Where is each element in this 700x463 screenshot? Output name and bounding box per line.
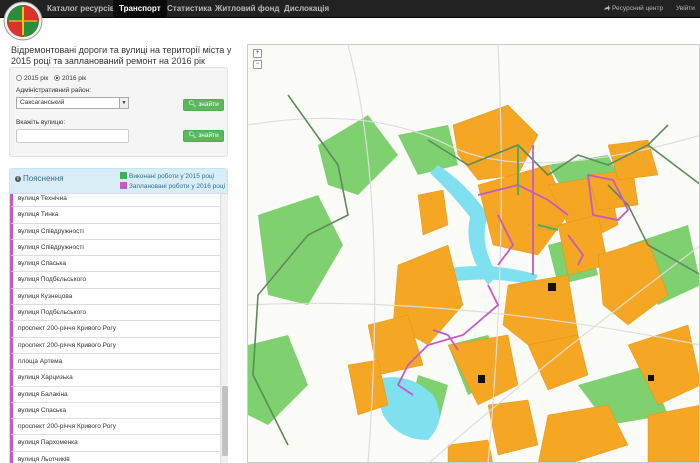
chevron-down-icon: ▼ (119, 98, 128, 108)
find-district-label: знайти (198, 101, 219, 108)
list-item[interactable]: вулиця Технічна (10, 194, 221, 208)
legend-done-label: Виконані роботи у 2015 році (129, 173, 215, 180)
radio-2016[interactable]: 2016 рік (53, 75, 87, 82)
list-item[interactable]: вулиця Льотчиків (10, 451, 221, 463)
zoom-in-button[interactable]: + (253, 49, 262, 58)
find-street-label: знайти (198, 132, 219, 139)
search-form: 2015 рік 2016 рік Адміністративний район… (9, 67, 228, 157)
search-icon: 🔍︎ (188, 101, 197, 108)
street-label: Вкажіть вулицю: (16, 119, 66, 126)
district-select[interactable]: Саксаганський ▼ (16, 97, 129, 109)
nav-dislocation[interactable]: Дислокація (284, 0, 329, 18)
list-scrollbar[interactable] (220, 194, 228, 463)
street-list: вулиця Технічна вулиця Тинка вулиця Спів… (9, 194, 228, 463)
nav-statistics[interactable]: Статистика (167, 0, 212, 18)
radio-2015-button[interactable] (16, 75, 22, 81)
nav-transport[interactable]: Транспорт (113, 0, 167, 18)
find-district-button[interactable]: 🔍︎ знайти (183, 99, 224, 111)
radio-2015-label: 2015 рік (24, 75, 49, 82)
legend-panel: i Пояснення Виконані роботи у 2015 році З… (9, 168, 228, 194)
list-item[interactable]: вулиця Спаська (10, 402, 221, 420)
done-swatch (120, 172, 127, 179)
share-icon (604, 5, 610, 11)
list-item[interactable]: вулиця Харцизька (10, 370, 221, 387)
district-value: Саксаганський (20, 99, 65, 106)
list-item[interactable]: вулиця Спаська (10, 256, 221, 273)
list-item[interactable]: вулиця Співдружності (10, 239, 221, 257)
radio-2015[interactable]: 2015 рік (16, 75, 48, 82)
city-logo[interactable] (2, 1, 44, 41)
list-item[interactable]: вулиця Подбєльського (10, 272, 221, 289)
year-radio-group: 2015 рік 2016 рік (16, 75, 90, 82)
find-street-button[interactable]: 🔍︎ знайти (183, 130, 224, 142)
radio-2016-button[interactable] (53, 75, 60, 81)
city-map[interactable]: + − (247, 44, 700, 463)
legend-done: Виконані роботи у 2015 році (120, 172, 214, 180)
legend-planned-label: Заплановані роботи у 2016 році (129, 183, 226, 190)
planned-swatch (120, 182, 127, 189)
list-item[interactable]: проспект 200-річчя Кривого Рогу (10, 419, 221, 436)
list-item[interactable]: вулиця Подбєльського (10, 305, 221, 322)
info-icon: i (15, 176, 21, 182)
resource-center-link[interactable]: Ресурсний центр (604, 0, 663, 18)
list-item[interactable]: вулиця Тинка (10, 207, 221, 224)
list-item[interactable]: вулиця Співдружності (10, 223, 221, 240)
map-canvas[interactable] (248, 45, 700, 463)
list-item[interactable]: проспект 200-річчя Кривого Рогу (10, 321, 221, 338)
list-item[interactable]: вулиця Кузнецова (10, 288, 221, 306)
nav-catalog[interactable]: Каталог ресурсів (47, 0, 115, 18)
nav-housing[interactable]: Житловий фонд (215, 0, 280, 18)
list-item[interactable]: вулиця Пархоменка (10, 435, 221, 452)
list-item[interactable]: проспект 200-річчя Кривого Рогу (10, 337, 221, 354)
resource-center-label: Ресурсний центр (612, 5, 664, 12)
legend-title-text: Пояснення (23, 174, 64, 183)
legend-title: i Пояснення (15, 174, 64, 183)
district-label: Адміністративний район: (16, 87, 91, 94)
search-icon: 🔍︎ (188, 132, 197, 139)
login-link[interactable]: Увійти (676, 0, 695, 18)
legend-planned: Заплановані роботи у 2016 році (120, 182, 225, 190)
list-item[interactable]: вулиця Балакіна (10, 386, 221, 403)
street-input[interactable] (16, 129, 129, 143)
top-navbar: Каталог ресурсів Транспорт Статистика Жи… (0, 0, 700, 41)
page-title: Відремонтовані дороги та вулиці на терит… (11, 45, 232, 66)
scrollbar-thumb[interactable] (222, 386, 228, 456)
radio-2016-label: 2016 рік (61, 75, 87, 82)
list-item[interactable]: площа Артема (10, 353, 221, 371)
zoom-out-button[interactable]: − (253, 60, 262, 69)
